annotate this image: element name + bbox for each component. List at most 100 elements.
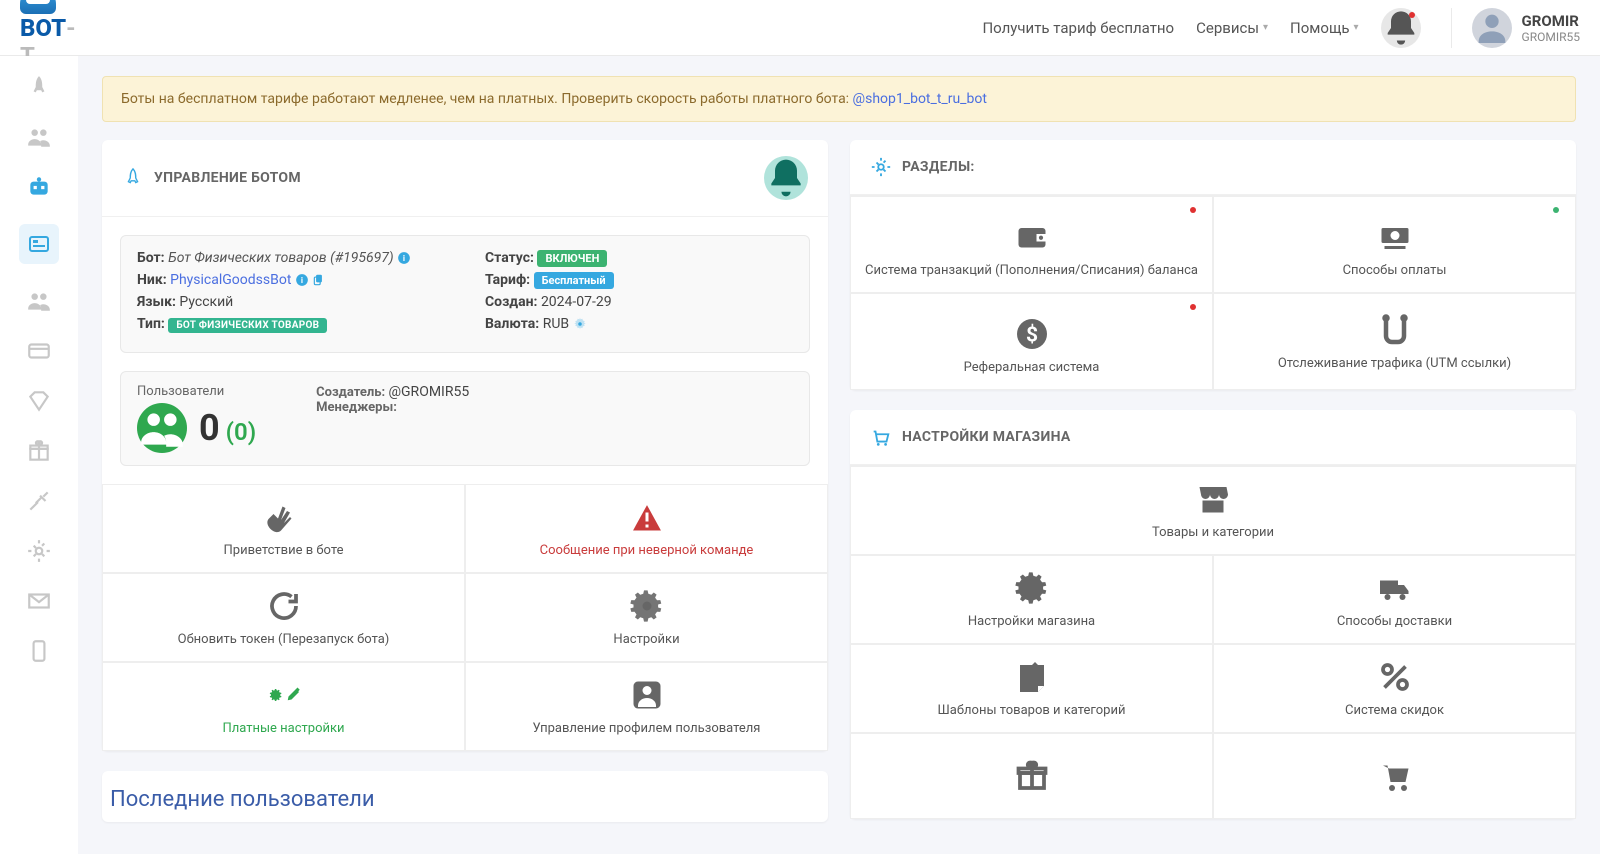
services-menu[interactable]: Сервисы ▾ — [1196, 19, 1268, 37]
help-menu[interactable]: Помощь ▾ — [1290, 19, 1359, 37]
tile-goods[interactable]: Товары и категории — [850, 466, 1576, 555]
tile-tracking[interactable]: Отслеживание трафика (UTM ссылки) — [1213, 293, 1576, 390]
last-users-title: Последние пользователи — [102, 771, 828, 812]
warning-icon — [629, 499, 665, 535]
nick-label: Ник: — [137, 272, 170, 288]
tile-wrong-cmd[interactable]: Сообщение при неверной команде — [465, 484, 828, 573]
copy-icon[interactable] — [312, 273, 326, 287]
alert-text: Боты на бесплатном тарифе работают медле… — [121, 91, 853, 107]
svg-text:i: i — [301, 275, 303, 285]
last-users-card: Последние пользователи — [102, 771, 828, 822]
tile-templates-label: Шаблоны товаров и категорий — [938, 703, 1126, 718]
tile-discounts[interactable]: Система скидок — [1213, 644, 1576, 733]
dollar-icon: $ — [1014, 316, 1050, 352]
tile-delivery[interactable]: Способы доставки — [1213, 555, 1576, 644]
sidebar-group-icon[interactable] — [26, 288, 52, 314]
tile-profile-label: Управление профилем пользователя — [533, 721, 761, 736]
sidebar-bot-icon[interactable] — [26, 174, 52, 200]
tile-templates[interactable]: Шаблоны товаров и категорий — [850, 644, 1213, 733]
sidebar-gift-icon[interactable] — [26, 438, 52, 464]
sections-title: РАЗДЕЛЫ: — [902, 159, 975, 175]
tile-transactions[interactable]: Система транзакций (Пополнения/Списания)… — [850, 196, 1213, 293]
managers-label: Менеджеры: — [316, 400, 397, 415]
tariff-label: Тариф: — [485, 272, 534, 288]
tile-profile-mgmt[interactable]: Управление профилем пользователя — [465, 662, 828, 751]
sidebar-mail-icon[interactable] — [26, 588, 52, 614]
users-paren: (0) — [226, 418, 256, 446]
svg-text:i: i — [403, 253, 405, 263]
alert-link[interactable]: @shop1_bot_t_ru_bot — [853, 91, 987, 107]
top-header: BOT-T Получить тариф бесплатно Сервисы ▾… — [0, 0, 1600, 56]
tariff-badge[interactable]: Бесплатный — [534, 272, 614, 289]
notifications-button[interactable] — [1381, 8, 1421, 48]
sidebar-gear-icon[interactable] — [26, 538, 52, 564]
sidebar-diamond-icon[interactable] — [26, 388, 52, 414]
wave-icon — [266, 499, 302, 535]
sidebar-dashboard-icon[interactable] — [19, 224, 59, 264]
sidebar-rocket-icon[interactable] — [26, 74, 52, 100]
users-icon — [137, 403, 187, 453]
sidebar-card-icon[interactable] — [26, 338, 52, 364]
tile-payments[interactable]: Способы оплаты — [1213, 196, 1576, 293]
bot-card-title: УПРАВЛЕНИЕ БОТОМ — [154, 170, 301, 186]
bell-icon — [1381, 8, 1421, 48]
bot-tiles: Приветствие в боте Сообщение при неверно… — [102, 484, 828, 751]
type-label: Тип: — [137, 316, 168, 332]
sidebar — [0, 56, 78, 854]
status-badge: ВКЛЮЧЕН — [537, 250, 607, 267]
percent-icon — [1377, 659, 1413, 695]
users-box: Пользователи 0 (0) — [120, 371, 810, 466]
tile-settings-label: Настройки — [613, 632, 679, 647]
tile-refresh-label: Обновить токен (Перезапуск бота) — [178, 632, 390, 647]
gear-icon[interactable] — [573, 317, 587, 331]
tile-settings[interactable]: Настройки — [465, 573, 828, 662]
sidebar-users-icon[interactable] — [26, 124, 52, 150]
tile-refresh[interactable]: Обновить токен (Перезапуск бота) — [102, 573, 465, 662]
bot-notif-button[interactable] — [764, 156, 808, 200]
currency-value: RUB — [543, 316, 569, 332]
rocket-icon — [122, 167, 144, 189]
created-value: 2024-07-29 — [541, 294, 612, 310]
info-icon[interactable]: i — [295, 273, 309, 287]
tile-track-label: Отслеживание трафика (UTM ссылки) — [1278, 356, 1511, 371]
bot-management-card: УПРАВЛЕНИЕ БОТОМ Бот: Бот Физических тов… — [102, 140, 828, 751]
tile-shopset-label: Настройки магазина — [968, 614, 1095, 629]
route-icon — [1377, 312, 1413, 348]
tile-paid-settings[interactable]: Платные настройки — [102, 662, 465, 751]
tile-referral[interactable]: $ Реферальная система — [850, 293, 1213, 390]
user-block[interactable]: GROMIR GROMIR55 — [1451, 8, 1580, 48]
sidebar-mobile-icon[interactable] — [26, 638, 52, 664]
tile-cart-partial[interactable] — [1213, 733, 1576, 819]
svg-text:$: $ — [1025, 324, 1037, 348]
main-content: Боты на бесплатном тарифе работают медле… — [78, 56, 1600, 854]
lang-value: Русский — [179, 294, 233, 310]
nick-value[interactable]: PhysicalGoodssBot — [170, 272, 291, 288]
tile-shop-settings[interactable]: Настройки магазина — [850, 555, 1213, 644]
sidebar-tools-icon[interactable] — [26, 488, 52, 514]
gear-edit-icon — [266, 677, 302, 713]
tile-wrong-cmd-label: Сообщение при неверной команде — [540, 543, 754, 558]
lang-label: Язык: — [137, 294, 179, 310]
avatar — [1472, 8, 1512, 48]
tariff-link[interactable]: Получить тариф бесплатно — [982, 19, 1174, 37]
chevron-down-icon: ▾ — [1354, 22, 1359, 33]
cart-icon — [1377, 758, 1413, 794]
user-name: GROMIR — [1522, 12, 1580, 30]
info-icon[interactable]: i — [397, 251, 411, 265]
store-icon — [1195, 481, 1231, 517]
shop-settings-card: НАСТРОЙКИ МАГАЗИНА Товары и категории На… — [850, 410, 1576, 819]
profile-icon — [629, 677, 665, 713]
tile-welcome[interactable]: Приветствие в боте — [102, 484, 465, 573]
user-subname: GROMIR55 — [1522, 30, 1580, 44]
cash-icon — [1377, 219, 1413, 255]
user-icon — [1472, 8, 1512, 48]
gear-icon — [870, 156, 892, 178]
sections-card: РАЗДЕЛЫ: Система транзакций (Пополнения/… — [850, 140, 1576, 390]
tile-gift-partial[interactable] — [850, 733, 1213, 819]
cart-icon — [870, 426, 892, 448]
tile-delivery-label: Способы доставки — [1337, 614, 1452, 629]
bot-label: Бот: — [137, 250, 168, 266]
header-nav: Получить тариф бесплатно Сервисы ▾ Помощ… — [982, 8, 1580, 48]
type-badge: БОТ ФИЗИЧЕСКИХ ТОВАРОВ — [168, 318, 327, 333]
tile-paid-label: Платные настройки — [222, 721, 344, 736]
